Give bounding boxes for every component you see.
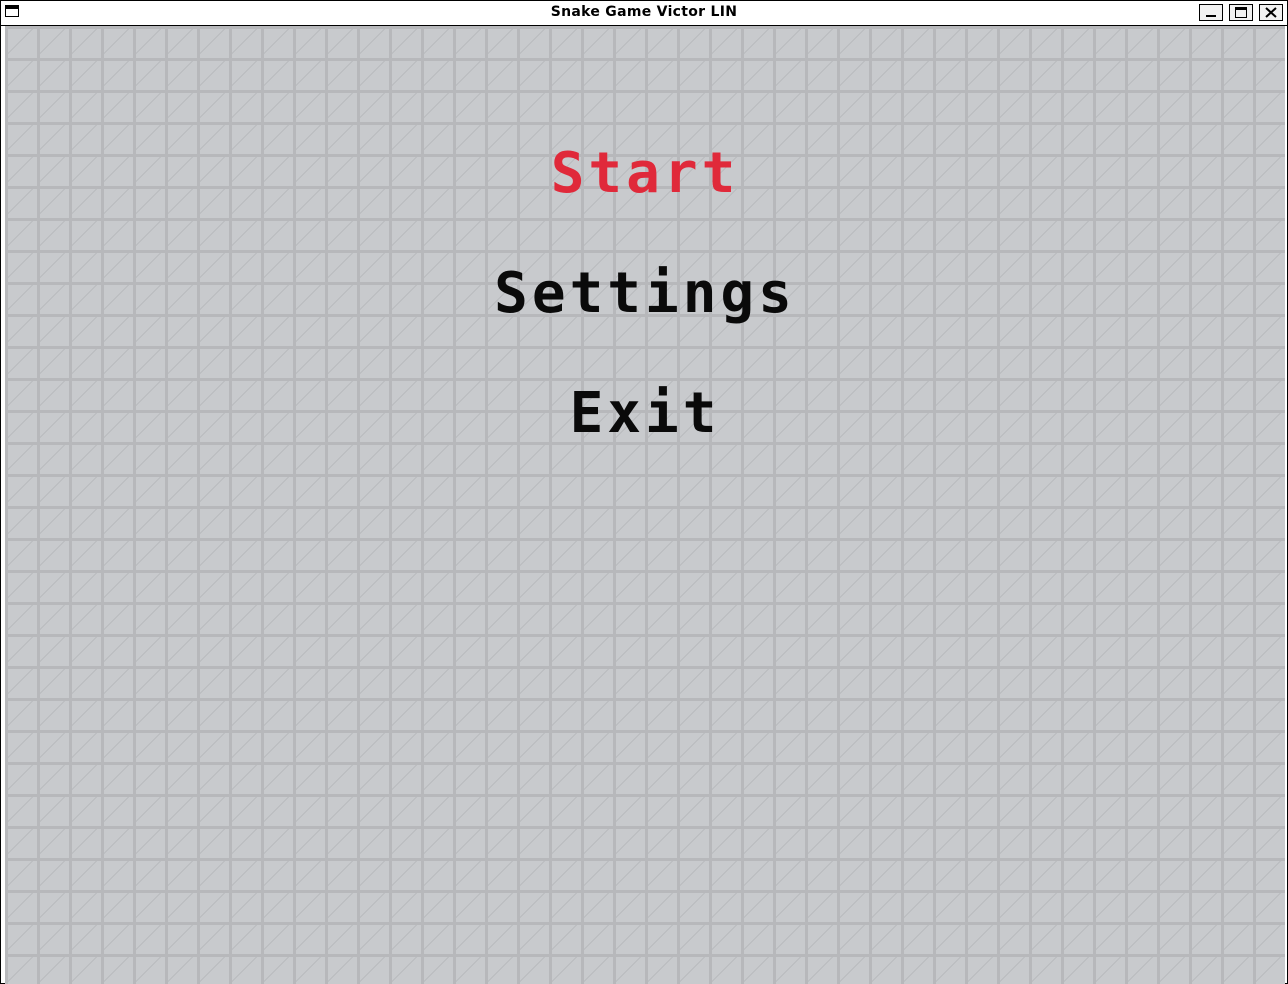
close-icon [1265,7,1277,18]
window-title: Snake Game Victor LIN [550,4,738,20]
game-board-background: Start Settings Exit [5,26,1285,984]
minimize-button[interactable] [1199,4,1223,21]
maximize-button[interactable] [1229,4,1253,21]
menu-item-start[interactable]: Start [5,146,1285,202]
title-bar[interactable]: Snake Game Victor LIN [1,1,1287,26]
game-window: Snake Game Victor LIN Start Settings Exi… [0,0,1288,984]
menu-item-settings[interactable]: Settings [5,266,1285,322]
menu-item-exit[interactable]: Exit [5,386,1285,442]
close-button[interactable] [1259,4,1283,21]
